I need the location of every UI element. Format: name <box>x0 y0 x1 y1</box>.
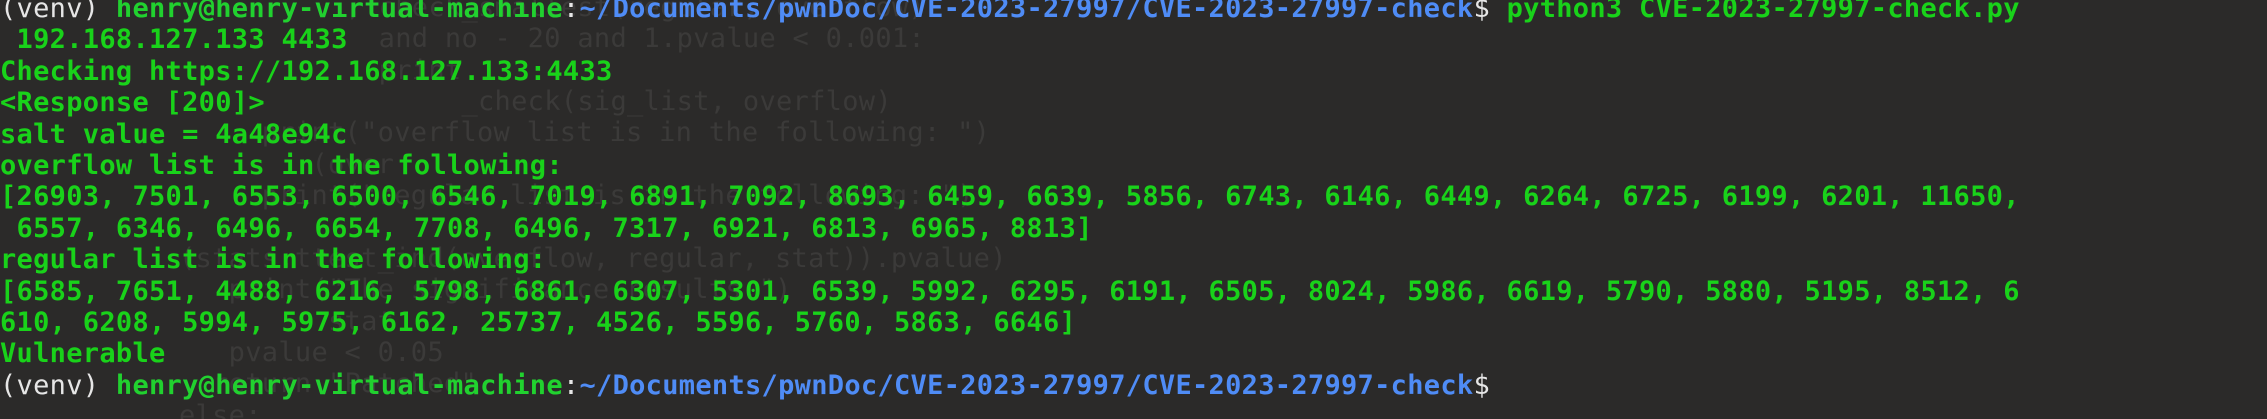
user-host: henry@henry-virtual-machine <box>115 369 563 401</box>
user-host: henry@henry-virtual-machine <box>115 0 563 24</box>
prompt-dollar: $ <box>1473 369 1507 401</box>
terminal-output: (venv) henry@henry-virtual-machine:~/Doc… <box>0 0 2267 401</box>
output-line: [6585, 7651, 4488, 6216, 5798, 6861, 630… <box>0 275 2020 307</box>
output-line: 610, 6208, 5994, 5975, 6162, 25737, 4526… <box>0 306 1077 338</box>
working-directory: ~/Documents/pwnDoc/CVE-2023-27997/CVE-20… <box>579 0 1474 24</box>
output-line: salt value = 4a48e94c <box>0 118 348 150</box>
output-line: [26903, 7501, 6553, 6500, 6546, 7019, 68… <box>0 181 2020 213</box>
output-line: 6557, 6346, 6496, 6654, 7708, 6496, 7317… <box>0 212 1093 244</box>
prompt-dollar: $ <box>1473 0 1507 24</box>
prompt-line: (venv) henry@henry-virtual-machine:~/Doc… <box>0 370 2267 401</box>
ghost-line: else: <box>30 400 262 419</box>
output-line: Checking https://192.168.127.133:4433 <box>0 55 613 87</box>
working-directory: ~/Documents/pwnDoc/CVE-2023-27997/CVE-20… <box>579 369 1474 401</box>
output-line: Vulnerable <box>0 338 166 370</box>
prompt-separator: : <box>562 369 580 401</box>
output-line: regular list is in the following: <box>0 244 547 276</box>
venv-label: (venv) <box>0 369 116 401</box>
prompt-line: (venv) henry@henry-virtual-machine:~/Doc… <box>0 0 2267 24</box>
command-text: python3 CVE-2023-27997-check.py <box>1506 0 2020 24</box>
command-continuation: 192.168.127.133 4433 <box>0 24 348 56</box>
terminal-window[interactable]: , check_smallest(regular, overflow) and … <box>0 0 2267 419</box>
output-line: <Response [200]> <box>0 87 265 119</box>
prompt-separator: : <box>562 0 580 24</box>
venv-label: (venv) <box>0 0 116 24</box>
output-line: overflow list is in the following: <box>0 149 563 181</box>
